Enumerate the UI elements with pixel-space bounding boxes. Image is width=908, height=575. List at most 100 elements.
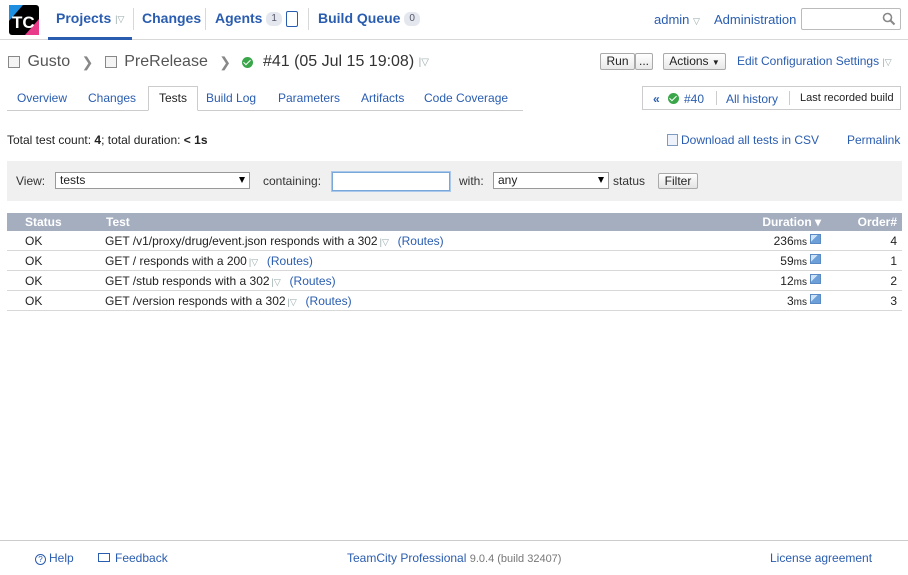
- permalink-link[interactable]: Permalink: [847, 133, 900, 147]
- agents-count-badge: 1: [266, 12, 282, 27]
- test-order: 1: [890, 254, 897, 268]
- success-icon: [242, 56, 254, 68]
- mail-icon: [98, 553, 110, 562]
- status-label: status: [613, 174, 646, 188]
- graph-icon[interactable]: [810, 294, 821, 304]
- summary-prefix: Total test count:: [7, 133, 95, 147]
- column-status[interactable]: Status: [25, 215, 62, 229]
- build-history-nav: « #40 All history Last recorded build: [642, 86, 901, 110]
- chevron-down-icon[interactable]: |▽: [419, 57, 431, 68]
- filter-button[interactable]: Filter: [658, 173, 698, 189]
- chevron-down-icon[interactable]: |▽: [249, 257, 261, 267]
- graph-icon[interactable]: [810, 274, 821, 284]
- search-input[interactable]: [801, 8, 901, 30]
- chevron-down-icon[interactable]: ▽: [693, 16, 705, 26]
- column-duration[interactable]: Duration ▾: [762, 215, 821, 229]
- test-status: OK: [25, 234, 43, 248]
- nav-projects[interactable]: Projects |▽: [56, 10, 127, 26]
- build-queue-count-badge: 0: [404, 12, 420, 27]
- duration-unit: ms: [793, 297, 807, 308]
- tab-changes[interactable]: Changes: [88, 91, 136, 105]
- test-summary: Total test count: 4; total duration: < 1…: [7, 133, 208, 147]
- graph-icon[interactable]: [810, 234, 821, 244]
- graph-icon[interactable]: [810, 254, 821, 264]
- success-icon: [668, 93, 679, 104]
- with-label: with:: [459, 174, 484, 188]
- chevron-down-icon[interactable]: |▽: [882, 57, 894, 67]
- build-title: #41 (05 Jul 15 19:08): [262, 53, 415, 70]
- view-select-value: tests: [60, 173, 86, 187]
- test-name[interactable]: GET /version responds with a 302: [105, 294, 286, 308]
- test-suite-link[interactable]: (Routes): [290, 274, 336, 288]
- run-button[interactable]: Run: [600, 53, 635, 70]
- column-test[interactable]: Test: [106, 215, 130, 229]
- table-header: Status Test Duration ▾ Order#: [7, 213, 902, 231]
- previous-build-link[interactable]: #40: [684, 92, 704, 106]
- help-icon: ?: [35, 554, 46, 565]
- top-navigation: TC Projects |▽ Changes Agents 1 Build Qu…: [0, 0, 908, 40]
- containing-label: containing:: [263, 174, 322, 188]
- containing-input[interactable]: [331, 171, 451, 192]
- chevron-down-icon[interactable]: |▽: [288, 297, 300, 307]
- dropdown-arrow-icon: [239, 177, 245, 183]
- product-link[interactable]: TeamCity Professional: [347, 551, 466, 565]
- table-row: OK GET /version responds with a 302 |▽ (Ro…: [7, 291, 902, 311]
- test-suite-link[interactable]: (Routes): [267, 254, 313, 268]
- tab-build-log[interactable]: Build Log: [206, 91, 256, 105]
- test-suite-link[interactable]: (Routes): [398, 234, 444, 248]
- teamcity-logo[interactable]: TC: [9, 5, 39, 35]
- chevron-down-icon[interactable]: |▽: [115, 14, 127, 24]
- user-menu[interactable]: admin ▽: [654, 12, 705, 27]
- nav-administration[interactable]: Administration: [714, 12, 796, 27]
- summary-mid: ; total duration:: [101, 133, 184, 147]
- agent-status-icon[interactable]: [286, 11, 298, 27]
- test-status: OK: [25, 294, 43, 308]
- divider: [716, 91, 717, 105]
- tab-artifacts[interactable]: Artifacts: [361, 91, 404, 105]
- product-info: TeamCity Professional 9.0.4 (build 32407…: [347, 551, 561, 565]
- duration-value: 236: [773, 234, 794, 248]
- help-link[interactable]: ? Help: [35, 551, 74, 565]
- nav-agents[interactable]: Agents 1: [215, 10, 282, 27]
- tab-parameters[interactable]: Parameters: [278, 91, 340, 105]
- build-tabs: Overview Changes Tests Build Log Paramet…: [7, 86, 523, 111]
- edit-configuration-label: Edit Configuration Settings: [737, 54, 880, 68]
- search-icon[interactable]: [882, 12, 896, 26]
- download-csv-label: Download all tests in CSV: [681, 133, 820, 147]
- duration-value: 59: [780, 254, 794, 268]
- license-agreement-link[interactable]: License agreement: [770, 551, 872, 565]
- double-chevron-left-icon[interactable]: «: [653, 92, 660, 106]
- chevron-down-icon[interactable]: |▽: [380, 237, 392, 247]
- test-name[interactable]: GET / responds with a 200: [105, 254, 247, 268]
- chevron-down-icon[interactable]: |▽: [272, 277, 284, 287]
- feedback-link[interactable]: Feedback: [98, 551, 168, 565]
- column-order[interactable]: Order#: [858, 215, 897, 229]
- breadcrumb-project[interactable]: Gusto: [27, 53, 70, 71]
- view-select[interactable]: tests: [55, 172, 250, 189]
- breadcrumb: Gusto ❯ PreRelease ❯ #41 (05 Jul 15 19:0…: [8, 53, 431, 73]
- download-csv-link[interactable]: Download all tests in CSV: [667, 133, 819, 147]
- test-suite-link[interactable]: (Routes): [306, 294, 352, 308]
- status-select[interactable]: any: [493, 172, 609, 189]
- run-custom-button[interactable]: ...: [635, 53, 653, 70]
- actions-button[interactable]: Actions ▼: [663, 53, 726, 70]
- edit-configuration-link[interactable]: Edit Configuration Settings |▽: [737, 54, 894, 68]
- nav-build-queue[interactable]: Build Queue 0: [318, 10, 420, 27]
- test-order: 4: [890, 234, 897, 248]
- tab-code-coverage[interactable]: Code Coverage: [424, 91, 508, 105]
- table-row: OK GET /stub responds with a 302 |▽ (Route…: [7, 271, 902, 291]
- test-name-cell: GET / responds with a 200 |▽ (Routes): [105, 254, 313, 268]
- tab-tests[interactable]: Tests: [148, 86, 198, 111]
- test-name[interactable]: GET /v1/proxy/drug/event.json responds w…: [105, 234, 378, 248]
- tab-overview[interactable]: Overview: [17, 91, 67, 105]
- nav-divider: [133, 8, 134, 30]
- active-nav-indicator: [48, 37, 132, 40]
- chevron-right-icon: ❯: [219, 53, 232, 70]
- breadcrumb-build-config[interactable]: PreRelease: [124, 53, 208, 71]
- test-name[interactable]: GET /stub responds with a 302: [105, 274, 270, 288]
- test-name-cell: GET /v1/proxy/drug/event.json responds w…: [105, 234, 444, 248]
- nav-changes[interactable]: Changes: [142, 10, 201, 26]
- all-history-link[interactable]: All history: [726, 92, 778, 106]
- footer: ? Help Feedback TeamCity Professional 9.0…: [0, 540, 908, 575]
- status-select-value: any: [498, 173, 518, 187]
